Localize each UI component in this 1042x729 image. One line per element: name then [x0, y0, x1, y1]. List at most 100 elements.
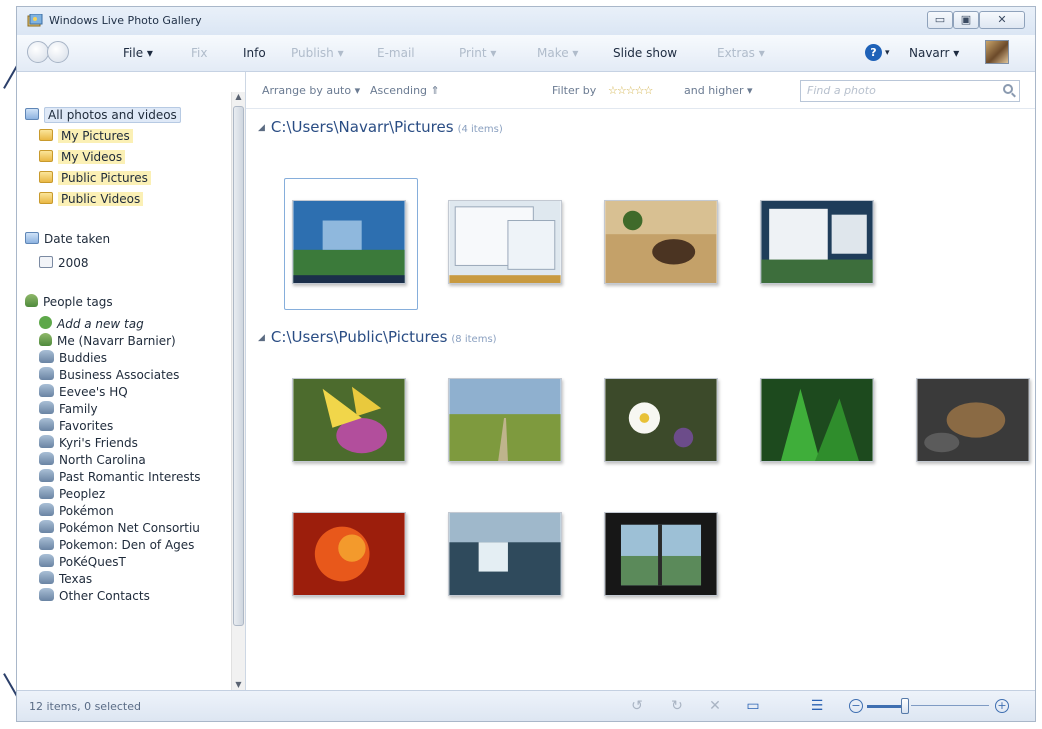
- zoom-slider-track[interactable]: [911, 705, 989, 706]
- forward-button[interactable]: [47, 41, 69, 63]
- sidebar-item-label: Business Associates: [59, 368, 180, 382]
- print-menu[interactable]: Print ▾: [459, 46, 496, 60]
- zoom-out-icon[interactable]: −: [849, 699, 863, 713]
- fix-button[interactable]: Fix: [191, 46, 207, 60]
- photo-thumbnail[interactable]: [292, 200, 406, 284]
- sidebar-item-tag[interactable]: Texas: [39, 571, 92, 586]
- photo-thumbnail[interactable]: [916, 378, 1030, 462]
- info-button[interactable]: Info: [243, 46, 266, 60]
- sidebar-item-label: Buddies: [59, 351, 108, 365]
- sidebar-item-tag[interactable]: Family: [39, 401, 98, 416]
- group-header-navarr-pictures[interactable]: ◢ C:\Users\Navarr\Pictures (4 items): [258, 118, 503, 136]
- photo-thumbnail[interactable]: [760, 378, 874, 462]
- photo-gallery-window: Windows Live Photo Gallery ▭ ▣ ✕ File ▾ …: [16, 6, 1036, 722]
- sidebar-item-label: Kyri's Friends: [59, 436, 138, 450]
- close-button[interactable]: ✕: [979, 11, 1025, 29]
- photo-thumbnail[interactable]: [448, 378, 562, 462]
- sidebar-item-label: Texas: [59, 572, 93, 586]
- and-higher-menu[interactable]: and higher ▾: [684, 84, 752, 97]
- minimize-button[interactable]: ▭: [927, 11, 953, 29]
- sidebar-item-tag[interactable]: Favorites: [39, 418, 113, 433]
- help-icon[interactable]: ?: [865, 44, 882, 61]
- sidebar-item-all-photos[interactable]: All photos and videos: [25, 107, 181, 123]
- zoom-in-icon[interactable]: +: [995, 699, 1009, 713]
- photo-thumbnail[interactable]: [448, 200, 562, 284]
- sidebar-item-label: Date taken: [44, 232, 111, 246]
- photo-thumbnail[interactable]: [604, 512, 718, 596]
- sidebar-item-people-tags[interactable]: People tags: [25, 294, 113, 309]
- sidebar-item-tag[interactable]: Past Romantic Interests: [39, 469, 201, 484]
- sidebar-scrollbar[interactable]: ▲ ▼: [231, 92, 245, 692]
- sidebar-item-tag[interactable]: Other Contacts: [39, 588, 150, 603]
- group-header-public-pictures[interactable]: ◢ C:\Users\Public\Pictures (8 items): [258, 328, 497, 346]
- back-button[interactable]: [27, 41, 49, 63]
- rotate-left-icon[interactable]: ↺: [627, 696, 647, 716]
- sidebar-item-public-videos[interactable]: Public Videos: [39, 192, 144, 206]
- avatar[interactable]: [985, 40, 1009, 64]
- sidebar-item-tag[interactable]: Pokémon Net Consortiu: [39, 520, 200, 535]
- collapse-triangle-icon[interactable]: ◢: [258, 333, 265, 343]
- make-menu[interactable]: Make ▾: [537, 46, 578, 60]
- sidebar-item-add-tag[interactable]: Add a new tag: [39, 316, 144, 331]
- sidebar-item-label: Pokémon Net Consortiu: [59, 521, 200, 535]
- sort-order-button[interactable]: Ascending ⇑: [370, 84, 440, 97]
- app-icon: [27, 14, 43, 27]
- sidebar-item-tag[interactable]: Buddies: [39, 350, 107, 365]
- scroll-thumb[interactable]: [233, 106, 244, 626]
- extras-menu[interactable]: Extras ▾: [717, 46, 765, 60]
- photo-thumbnail[interactable]: [604, 200, 718, 284]
- slideshow-button[interactable]: Slide show: [613, 46, 677, 60]
- maximize-button[interactable]: ▣: [953, 11, 979, 29]
- sidebar-item-tag[interactable]: Me (Navarr Barnier): [39, 333, 176, 348]
- sidebar-item-label: All photos and videos: [44, 107, 181, 123]
- arrange-by-menu[interactable]: Arrange by auto ▾: [262, 84, 360, 97]
- help-dropdown-arrow[interactable]: ▾: [885, 48, 890, 58]
- rotate-right-icon[interactable]: ↻: [667, 696, 687, 716]
- delete-icon[interactable]: ✕: [705, 696, 725, 716]
- sidebar-item-tag[interactable]: Kyri's Friends: [39, 435, 138, 450]
- user-menu[interactable]: Navarr ▾: [909, 46, 959, 60]
- status-text: 12 items, 0 selected: [29, 700, 141, 713]
- photo-thumbnail[interactable]: [292, 512, 406, 596]
- filter-by-label: Filter by: [552, 84, 597, 97]
- slideshow-icon[interactable]: ▭: [743, 696, 763, 716]
- people-icon: [39, 469, 54, 482]
- sidebar-item-year-2008[interactable]: 2008: [39, 256, 89, 270]
- search-icon[interactable]: [1003, 84, 1013, 94]
- sidebar-item-label: Pokemon: Den of Ages: [59, 538, 195, 552]
- sidebar-item-public-pictures[interactable]: Public Pictures: [39, 171, 151, 185]
- publish-menu[interactable]: Publish ▾: [291, 46, 344, 60]
- sidebar-item-my-videos[interactable]: My Videos: [39, 150, 126, 164]
- rating-filter-stars[interactable]: ☆☆☆☆☆: [608, 84, 653, 97]
- scroll-up-arrow[interactable]: ▲: [232, 92, 245, 104]
- status-bar: 12 items, 0 selected ↺ ↻ ✕ ▭ ☰ − +: [17, 690, 1035, 721]
- add-person-icon: [39, 316, 52, 329]
- sidebar-item-label: My Pictures: [58, 129, 133, 143]
- details-view-icon[interactable]: ☰: [807, 696, 827, 716]
- navigation-pane: All photos and videos My Pictures My Vid…: [17, 72, 246, 692]
- people-icon: [39, 486, 54, 499]
- collapse-triangle-icon[interactable]: ◢: [258, 123, 265, 133]
- sidebar-item-tag[interactable]: Pokemon: Den of Ages: [39, 537, 194, 552]
- sidebar-item-date-taken[interactable]: Date taken: [25, 232, 110, 246]
- photo-thumbnail[interactable]: [760, 200, 874, 284]
- sidebar-item-my-pictures[interactable]: My Pictures: [39, 129, 133, 143]
- sidebar-item-tag[interactable]: Pokémon: [39, 503, 114, 518]
- search-input[interactable]: Find a photo: [800, 80, 1020, 102]
- sidebar-item-label: PoKéQuesT: [59, 555, 126, 569]
- file-menu[interactable]: File ▾: [123, 46, 153, 60]
- photo-thumbnail[interactable]: [292, 378, 406, 462]
- sidebar-item-tag[interactable]: North Carolina: [39, 452, 146, 467]
- people-icon: [39, 537, 54, 550]
- email-button[interactable]: E-mail: [377, 46, 415, 60]
- photo-thumbnail[interactable]: [448, 512, 562, 596]
- sidebar-item-tag[interactable]: Business Associates: [39, 367, 179, 382]
- people-icon: [39, 367, 54, 380]
- sidebar-item-tag[interactable]: Eevee's HQ: [39, 384, 128, 399]
- zoom-slider-knob[interactable]: [901, 698, 909, 714]
- photo-thumbnail[interactable]: [604, 378, 718, 462]
- sidebar-item-label: Eevee's HQ: [59, 385, 128, 399]
- sidebar-item-tag[interactable]: PoKéQuesT: [39, 554, 126, 569]
- photo-area: Arrange by auto ▾ Ascending ⇑ Filter by …: [246, 72, 1035, 692]
- sidebar-item-tag[interactable]: Peoplez: [39, 486, 105, 501]
